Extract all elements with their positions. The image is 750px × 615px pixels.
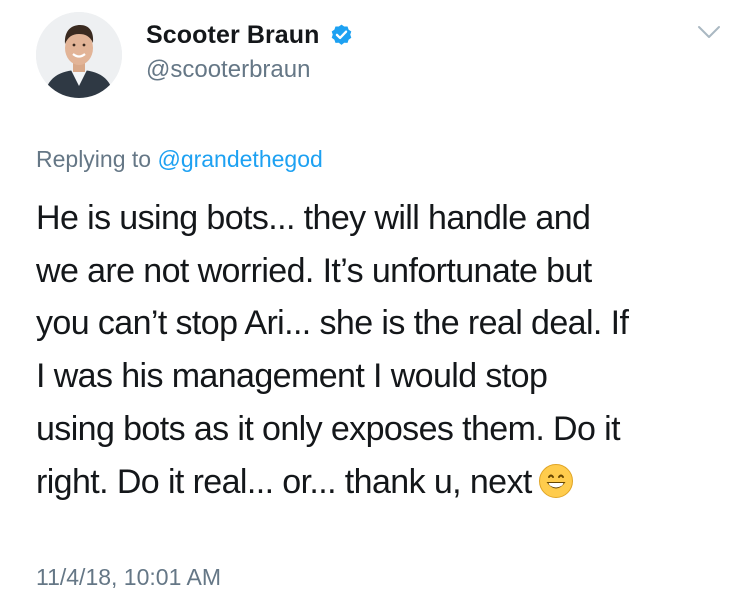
tweet-text-line: He is using bots... they will handle and [36, 199, 591, 237]
tweet-text-last-words: right. Do it real... or... thank u, next [36, 462, 532, 501]
tweet-text-line: you can’t stop Ari... she is the real de… [36, 304, 629, 343]
replying-to-label: Replying to [36, 146, 152, 172]
grinning-face-emoji-icon [538, 462, 574, 498]
author-handle[interactable]: @scooterbraun [146, 56, 310, 84]
display-name[interactable]: Scooter Braun [146, 21, 320, 50]
tweet-card: Scooter Braun @scooterbraun Replying to … [0, 0, 750, 615]
chevron-down-icon[interactable] [696, 22, 722, 42]
reply-mention-link[interactable]: @grandethegod [157, 146, 322, 172]
tweet-text-line: using bots as it only exposes them. Do i… [36, 409, 621, 448]
tweet-text-line: I was his management I would stop [36, 357, 548, 396]
verified-badge-icon [329, 23, 354, 48]
tweet-text: He is using bots... they will handle and… [36, 192, 726, 508]
tweet-text-line: we are not worried. It’s unfortunate but [36, 251, 592, 290]
replying-to: Replying to @grandethegod [36, 146, 323, 173]
tweet-text-line-last: right. Do it real... or... thank u, next [36, 456, 726, 509]
avatar[interactable] [36, 12, 122, 98]
tweet-timestamp[interactable]: 11/4/18, 10:01 AM [36, 564, 221, 591]
author-name-row[interactable]: Scooter Braun [146, 18, 354, 52]
avatar-photo-icon [36, 12, 122, 98]
